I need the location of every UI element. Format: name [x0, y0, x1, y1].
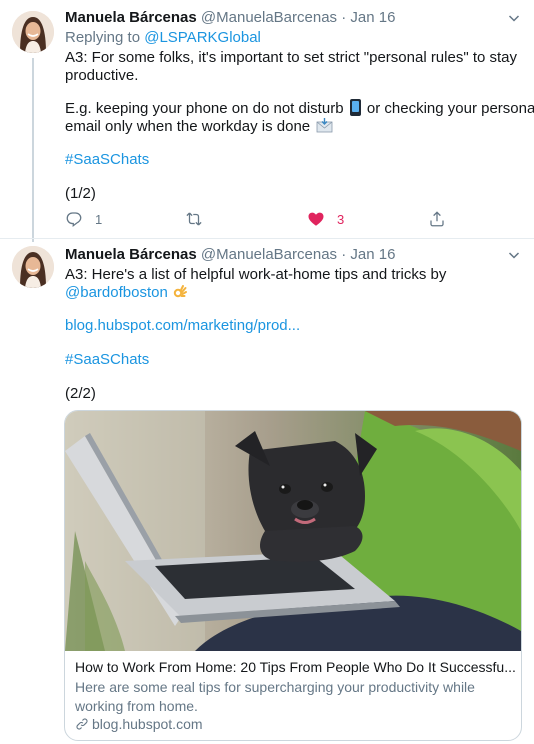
thread-counter: (1/2) [65, 185, 96, 202]
hashtag-link[interactable]: #SaaSChats [65, 150, 149, 169]
retweet-icon [186, 212, 202, 226]
separator: · [341, 246, 347, 263]
link-preview-card[interactable]: How to Work From Home: 20 Tips From Peop… [64, 410, 522, 741]
text-segment: or checking your personal [366, 100, 534, 117]
incoming-envelope-icon [316, 118, 333, 133]
reply-icon [66, 212, 82, 228]
tweet-actions: 1 3 [65, 208, 465, 230]
url-link[interactable]: blog.hubspot.com/marketing/prod... [65, 316, 300, 335]
tweet-text-line: A3: For some folks, it's important to se… [65, 49, 518, 66]
reply-count: 1 [95, 211, 103, 227]
avatar[interactable] [12, 246, 54, 288]
thread-line [32, 58, 34, 242]
retweet-button[interactable] [185, 208, 215, 230]
mention-link[interactable]: @bardofboston [65, 284, 168, 301]
tweet-text-line: A3: Here's a list of helpful work-at-hom… [65, 266, 447, 283]
mobile-phone-icon [349, 99, 361, 116]
card-domain-text: blog.hubspot.com [92, 716, 203, 732]
tweet-text-line: @bardofboston [65, 283, 188, 302]
share-button[interactable] [428, 208, 446, 230]
tweet-date[interactable]: Jan 16 [350, 9, 395, 26]
heart-icon [308, 212, 324, 226]
ok-hand-icon [173, 285, 187, 298]
chevron-down-icon[interactable] [506, 10, 522, 26]
author-name[interactable]: Manuela Bárcenas [65, 9, 197, 26]
tweet-text-line: productive. [65, 67, 139, 84]
link-icon [76, 718, 88, 730]
tweet-header: Manuela Bárcenas @ManuelaBarcenas · Jan … [65, 245, 395, 265]
replying-to: Replying to @LSPARKGlobal [65, 28, 261, 48]
avatar[interactable] [12, 11, 54, 53]
author-handle[interactable]: @ManuelaBarcenas [201, 246, 337, 263]
like-count: 3 [337, 211, 345, 227]
card-domain: blog.hubspot.com [75, 715, 203, 733]
replying-to-link[interactable]: @LSPARKGlobal [144, 29, 261, 46]
reply-button[interactable]: 1 [65, 208, 102, 230]
tweet-text-line: email only when the workday is done [65, 117, 333, 136]
separator: · [341, 9, 347, 26]
share-icon [430, 211, 444, 227]
hashtag-link[interactable]: #SaaSChats [65, 350, 149, 369]
tweet-text-line: E.g. keeping your phone on do not distur… [65, 99, 534, 118]
tweet-date[interactable]: Jan 16 [350, 246, 395, 263]
author-handle[interactable]: @ManuelaBarcenas [201, 9, 337, 26]
card-title[interactable]: How to Work From Home: 20 Tips From Peop… [75, 658, 515, 677]
text-segment: E.g. keeping your phone on do not distur… [65, 100, 344, 117]
text-segment: email only when the workday is done [65, 118, 311, 135]
author-name[interactable]: Manuela Bárcenas [65, 246, 197, 263]
thread-counter: (2/2) [65, 385, 96, 402]
tweet-header: Manuela Bárcenas @ManuelaBarcenas · Jan … [65, 8, 395, 28]
card-description: Here are some real tips for superchargin… [75, 679, 475, 714]
chevron-down-icon[interactable] [506, 247, 522, 263]
card-image [65, 411, 521, 651]
tweet[interactable]: Manuela Bárcenas @ManuelaBarcenas · Jan … [0, 0, 534, 242]
replying-prefix: Replying to [65, 29, 141, 46]
like-button[interactable]: 3 [307, 208, 344, 230]
